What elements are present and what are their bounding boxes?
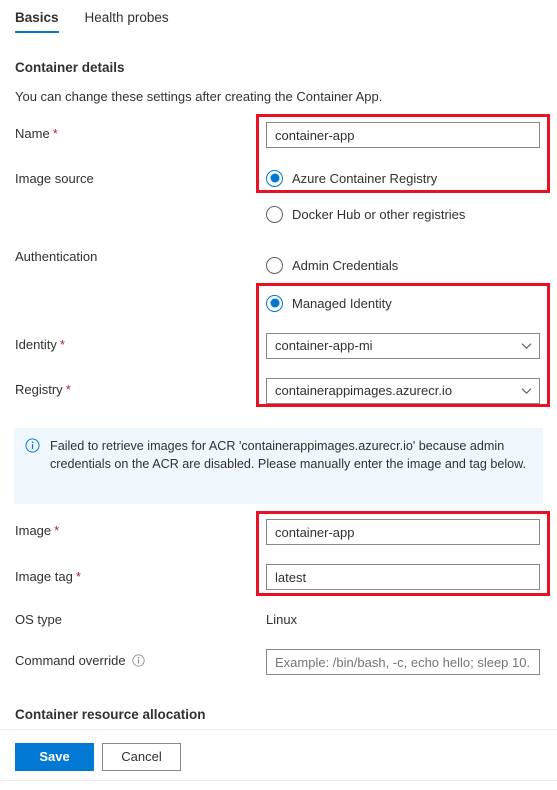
radio-admin-credentials[interactable]: Admin Credentials [266, 254, 398, 276]
radio-azure-container-registry[interactable]: Azure Container Registry [266, 167, 437, 189]
container-details-heading: Container details [15, 60, 125, 75]
divider-bottom [0, 780, 557, 781]
os-type-label: OS type [15, 612, 62, 627]
command-override-label-text: Command override [15, 653, 126, 668]
os-type-label-text: OS type [15, 612, 62, 627]
radio-docker-hub[interactable]: Docker Hub or other registries [266, 203, 465, 225]
cancel-button[interactable]: Cancel [102, 743, 181, 771]
identity-required-asterisk: * [59, 337, 65, 352]
image-label: Image * [15, 523, 59, 538]
container-details-description: You can change these settings after crea… [15, 89, 383, 104]
info-icon[interactable] [131, 654, 145, 667]
image-tag-required-asterisk: * [75, 569, 81, 584]
name-required-asterisk: * [52, 126, 58, 141]
command-override-input[interactable] [266, 649, 540, 675]
authentication-label: Authentication [15, 249, 97, 264]
tab-basics-label: Basics [15, 10, 59, 25]
name-label: Name * [15, 126, 58, 141]
chevron-down-icon [521, 341, 532, 352]
radio-azure-container-registry-label: Azure Container Registry [292, 170, 438, 186]
radio-azure-container-registry-control[interactable] [266, 169, 283, 187]
identity-dropdown-value: container-app-mi [275, 338, 373, 353]
image-source-label: Image source [15, 171, 94, 186]
os-type-value: Linux [266, 612, 298, 627]
radio-managed-identity[interactable]: Managed Identity [266, 292, 392, 314]
tab-health-probes-label: Health probes [84, 10, 169, 25]
image-input[interactable] [266, 519, 540, 545]
info-message-text: Failed to retrieve images for ACR 'conta… [50, 439, 527, 471]
radio-admin-credentials-label: Admin Credentials [292, 257, 399, 273]
radio-managed-identity-control[interactable] [266, 294, 283, 312]
identity-label-text: Identity [15, 337, 57, 352]
name-label-text: Name [15, 126, 50, 141]
command-override-label: Command override [15, 653, 145, 668]
image-source-label-text: Image source [15, 171, 94, 186]
radio-docker-hub-label: Docker Hub or other registries [292, 206, 466, 222]
image-tag-label: Image tag * [15, 569, 81, 584]
save-button[interactable]: Save [15, 743, 94, 771]
registry-dropdown[interactable]: containerappimages.azurecr.io [266, 378, 540, 404]
info-icon [25, 438, 40, 453]
tab-bar: Basics Health probes [0, 0, 557, 40]
registry-label: Registry * [15, 382, 71, 397]
image-tag-label-text: Image tag [15, 569, 73, 584]
image-required-asterisk: * [54, 523, 60, 538]
authentication-label-text: Authentication [15, 249, 98, 264]
tab-health-probes[interactable]: Health probes [85, 0, 169, 33]
registry-required-asterisk: * [65, 382, 71, 397]
divider-top [0, 729, 557, 730]
name-input[interactable] [266, 122, 540, 148]
registry-label-text: Registry [15, 382, 63, 397]
identity-dropdown[interactable]: container-app-mi [266, 333, 540, 359]
registry-dropdown-value: containerappimages.azurecr.io [275, 383, 453, 398]
footer-actions: Save Cancel [15, 743, 181, 771]
chevron-down-icon [521, 386, 532, 397]
info-message-box: Failed to retrieve images for ACR 'conta… [14, 428, 543, 504]
image-label-text: Image [15, 523, 52, 538]
identity-label: Identity * [15, 337, 65, 352]
radio-admin-credentials-control[interactable] [266, 256, 283, 274]
radio-managed-identity-label: Managed Identity [292, 295, 392, 311]
tab-basics[interactable]: Basics [15, 0, 59, 33]
resource-allocation-heading: Container resource allocation [15, 707, 206, 722]
radio-docker-hub-control[interactable] [266, 205, 283, 223]
image-tag-input[interactable] [266, 564, 540, 590]
